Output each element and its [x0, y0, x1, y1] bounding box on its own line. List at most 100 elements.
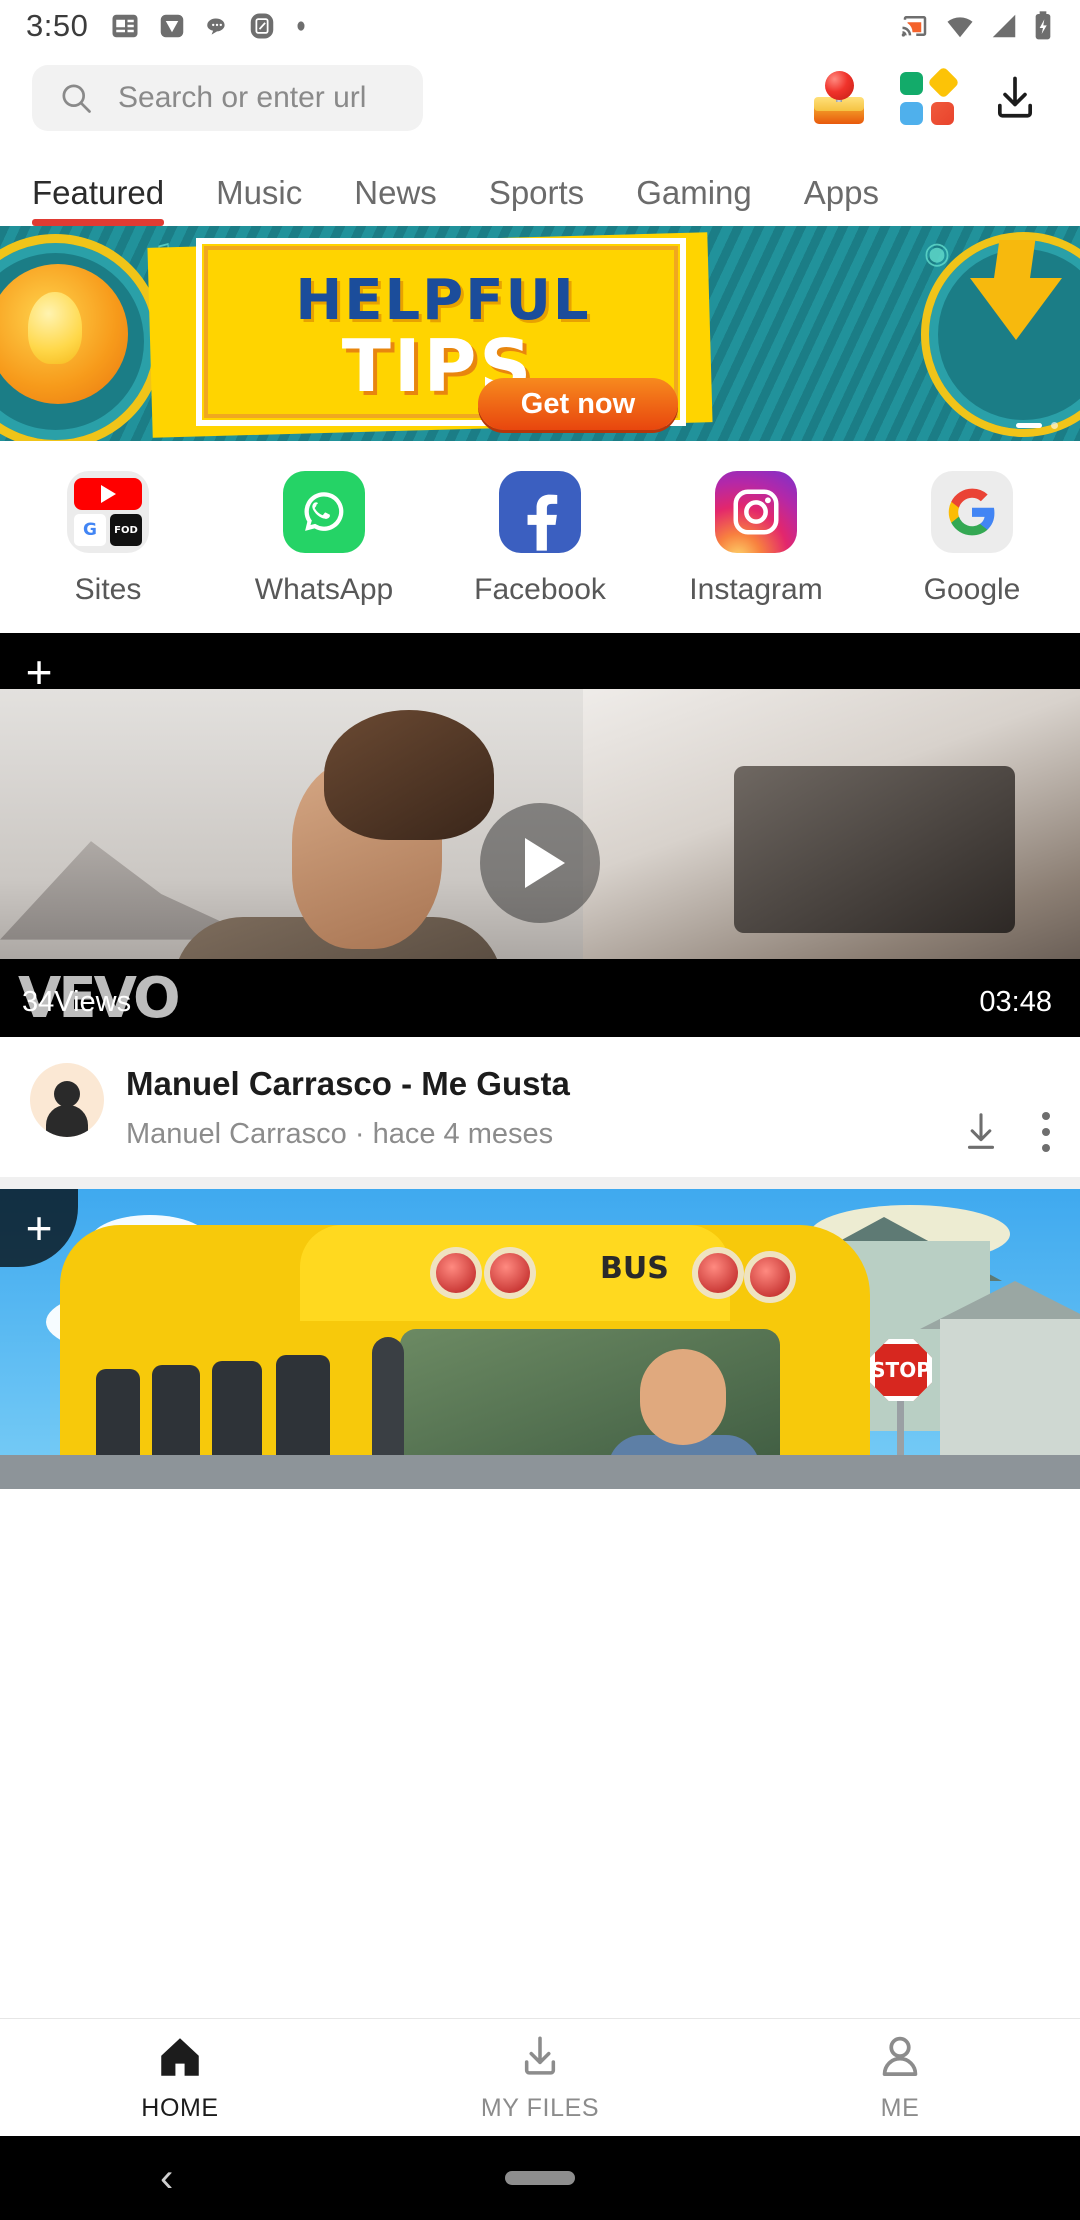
instagram-icon: [715, 471, 797, 553]
google-glyph: [948, 488, 995, 536]
banner-pager-dots[interactable]: [1016, 422, 1058, 429]
video-1-text-block: Manuel Carrasco - Me Gusta Manuel Carras…: [126, 1063, 936, 1151]
nav-item-me[interactable]: ME: [720, 2019, 1080, 2136]
tab-apps[interactable]: Apps: [804, 174, 879, 226]
shortcut-whatsapp[interactable]: WhatsApp: [216, 471, 432, 607]
thumbnail-person-hair: [324, 709, 494, 840]
instagram-glyph: [733, 489, 779, 535]
thumbnail-2-lamp-3: [692, 1247, 744, 1299]
thumbnail-2-bus-label: BUS: [600, 1251, 669, 1286]
video-2-thumbnail[interactable]: BUS STOP +: [0, 1189, 1080, 1489]
cast-icon: [901, 16, 927, 37]
home-pill-icon[interactable]: [505, 2171, 575, 2185]
sites-folder-icon: G FOD: [67, 471, 149, 553]
download-icon[interactable]: [958, 1109, 1004, 1155]
shortcut-label-google: Google: [923, 573, 1021, 606]
download-arrow-icon: [970, 278, 1062, 340]
android-navigation-bar: ‹: [0, 2136, 1080, 2220]
shortcut-label-sites: Sites: [74, 573, 142, 606]
apps-grid-icon: [900, 66, 960, 125]
banner-cta-button[interactable]: Get now: [478, 378, 678, 430]
shortcut-sites[interactable]: G FOD Sites: [0, 471, 216, 607]
video-1-top-strip: +: [0, 633, 1080, 689]
shortcut-label-instagram: Instagram: [689, 573, 823, 606]
apps-button[interactable]: [894, 65, 960, 131]
status-bar-clock: 3:50: [26, 8, 89, 43]
thumbnail-2-lamp-2: [484, 1247, 536, 1299]
tab-sports[interactable]: Sports: [489, 174, 584, 226]
video-1-info-row: Manuel Carrasco - Me Gusta Manuel Carras…: [0, 1037, 1080, 1177]
search-bar[interactable]: Search or enter url: [32, 65, 423, 131]
tab-featured[interactable]: Featured: [32, 174, 165, 226]
shortcut-label-whatsapp: WhatsApp: [254, 573, 394, 606]
download-icon: [997, 76, 1033, 118]
nav-label-my-files: MY FILES: [480, 2094, 600, 2122]
tab-news[interactable]: News: [354, 174, 437, 226]
google-icon: [931, 471, 1013, 553]
play-button[interactable]: [480, 803, 600, 923]
video-1-actions: [958, 1063, 1050, 1155]
shortcut-google[interactable]: Google: [864, 471, 1080, 607]
nav-label-home: HOME: [141, 2094, 219, 2122]
promo-banner[interactable]: ▤ ♫ ◉ ♪ HELPFUL TIPS Get now: [0, 226, 1080, 441]
category-tabs: Featured Music News Sports Gaming Apps: [0, 144, 1080, 226]
google-mini-icon: G: [74, 514, 106, 546]
tab-gaming[interactable]: Gaming: [636, 174, 752, 226]
shortcut-facebook[interactable]: Facebook: [432, 471, 648, 607]
status-bar-notification-icons: [110, 11, 899, 41]
video-1-title[interactable]: Manuel Carrasco - Me Gusta: [126, 1063, 936, 1104]
thumbnail-2-lamp-4: [744, 1251, 796, 1303]
video-1-add-button[interactable]: +: [0, 633, 78, 689]
youtube-icon: [74, 478, 142, 510]
status-bar-system-icons: [899, 10, 1054, 42]
status-bar: 3:50: [0, 0, 1080, 52]
nav-item-my-files[interactable]: MY FILES: [360, 2019, 720, 2136]
bottom-navigation: HOME MY FILES ME: [0, 2018, 1080, 2136]
screenshot-icon: [251, 13, 274, 39]
chat-bubble-icon: [207, 18, 225, 35]
downloads-button[interactable]: [982, 65, 1048, 131]
facebook-icon: [499, 471, 581, 553]
thumbnail-2-driver-head: [640, 1349, 726, 1445]
download-tray-icon: [524, 2036, 556, 2075]
video-card-1[interactable]: + VEVO 34Views 03:48 Manuel Carrasco - M…: [0, 633, 1080, 1177]
thumbnail-van-window: [734, 765, 1016, 933]
thumbnail-2-road: [0, 1455, 1080, 1489]
feed-divider: [0, 1177, 1080, 1189]
search-icon: [62, 84, 91, 113]
browser-toolbar: Search or enter url: [0, 52, 1080, 144]
person-icon: [882, 2036, 918, 2076]
video-card-2[interactable]: BUS STOP +: [0, 1189, 1080, 1489]
video-1-subtitle: Manuel Carrasco · hace 4 meses: [126, 1118, 554, 1151]
home-icon: [161, 2038, 199, 2076]
site-shortcuts: G FOD Sites WhatsApp Facebook Instagram …: [0, 441, 1080, 633]
more-vertical-icon[interactable]: [1042, 1112, 1050, 1152]
thumbnail-2-lamp-1: [430, 1247, 482, 1299]
signal-icon: [992, 14, 1016, 38]
fod-mini-icon: FOD: [110, 514, 142, 546]
video-1-duration: 03:48: [979, 986, 1052, 1018]
whatsapp-glyph: [304, 492, 344, 531]
phone-screen: 3:50 Search or enter url Featured Music …: [0, 0, 1080, 2220]
back-chevron-icon[interactable]: ‹: [160, 2158, 173, 2198]
games-button[interactable]: [806, 65, 872, 131]
video-1-views: 34Views: [22, 986, 132, 1018]
shortcut-instagram[interactable]: Instagram: [648, 471, 864, 607]
stop-sign-icon: STOP: [870, 1339, 932, 1401]
tab-music[interactable]: Music: [216, 174, 302, 226]
search-input[interactable]: Search or enter url: [118, 81, 366, 115]
battery-charging-icon: [1035, 11, 1051, 40]
nav-item-home[interactable]: HOME: [0, 2019, 360, 2136]
video-1-thumbnail[interactable]: VEVO 34Views 03:48: [0, 689, 1080, 1037]
wifi-icon: [947, 17, 973, 38]
whatsapp-icon: [283, 471, 365, 553]
avatar[interactable]: [30, 1063, 104, 1137]
vidmate-v-icon: [161, 14, 184, 38]
dot-icon: [297, 21, 305, 31]
facebook-glyph: [527, 494, 558, 551]
news-icon: [112, 14, 138, 38]
joystick-icon: [811, 70, 867, 126]
nav-label-me: ME: [880, 2094, 920, 2122]
thumbnail-2-house2: [940, 1319, 1080, 1469]
shortcut-label-facebook: Facebook: [474, 573, 606, 606]
